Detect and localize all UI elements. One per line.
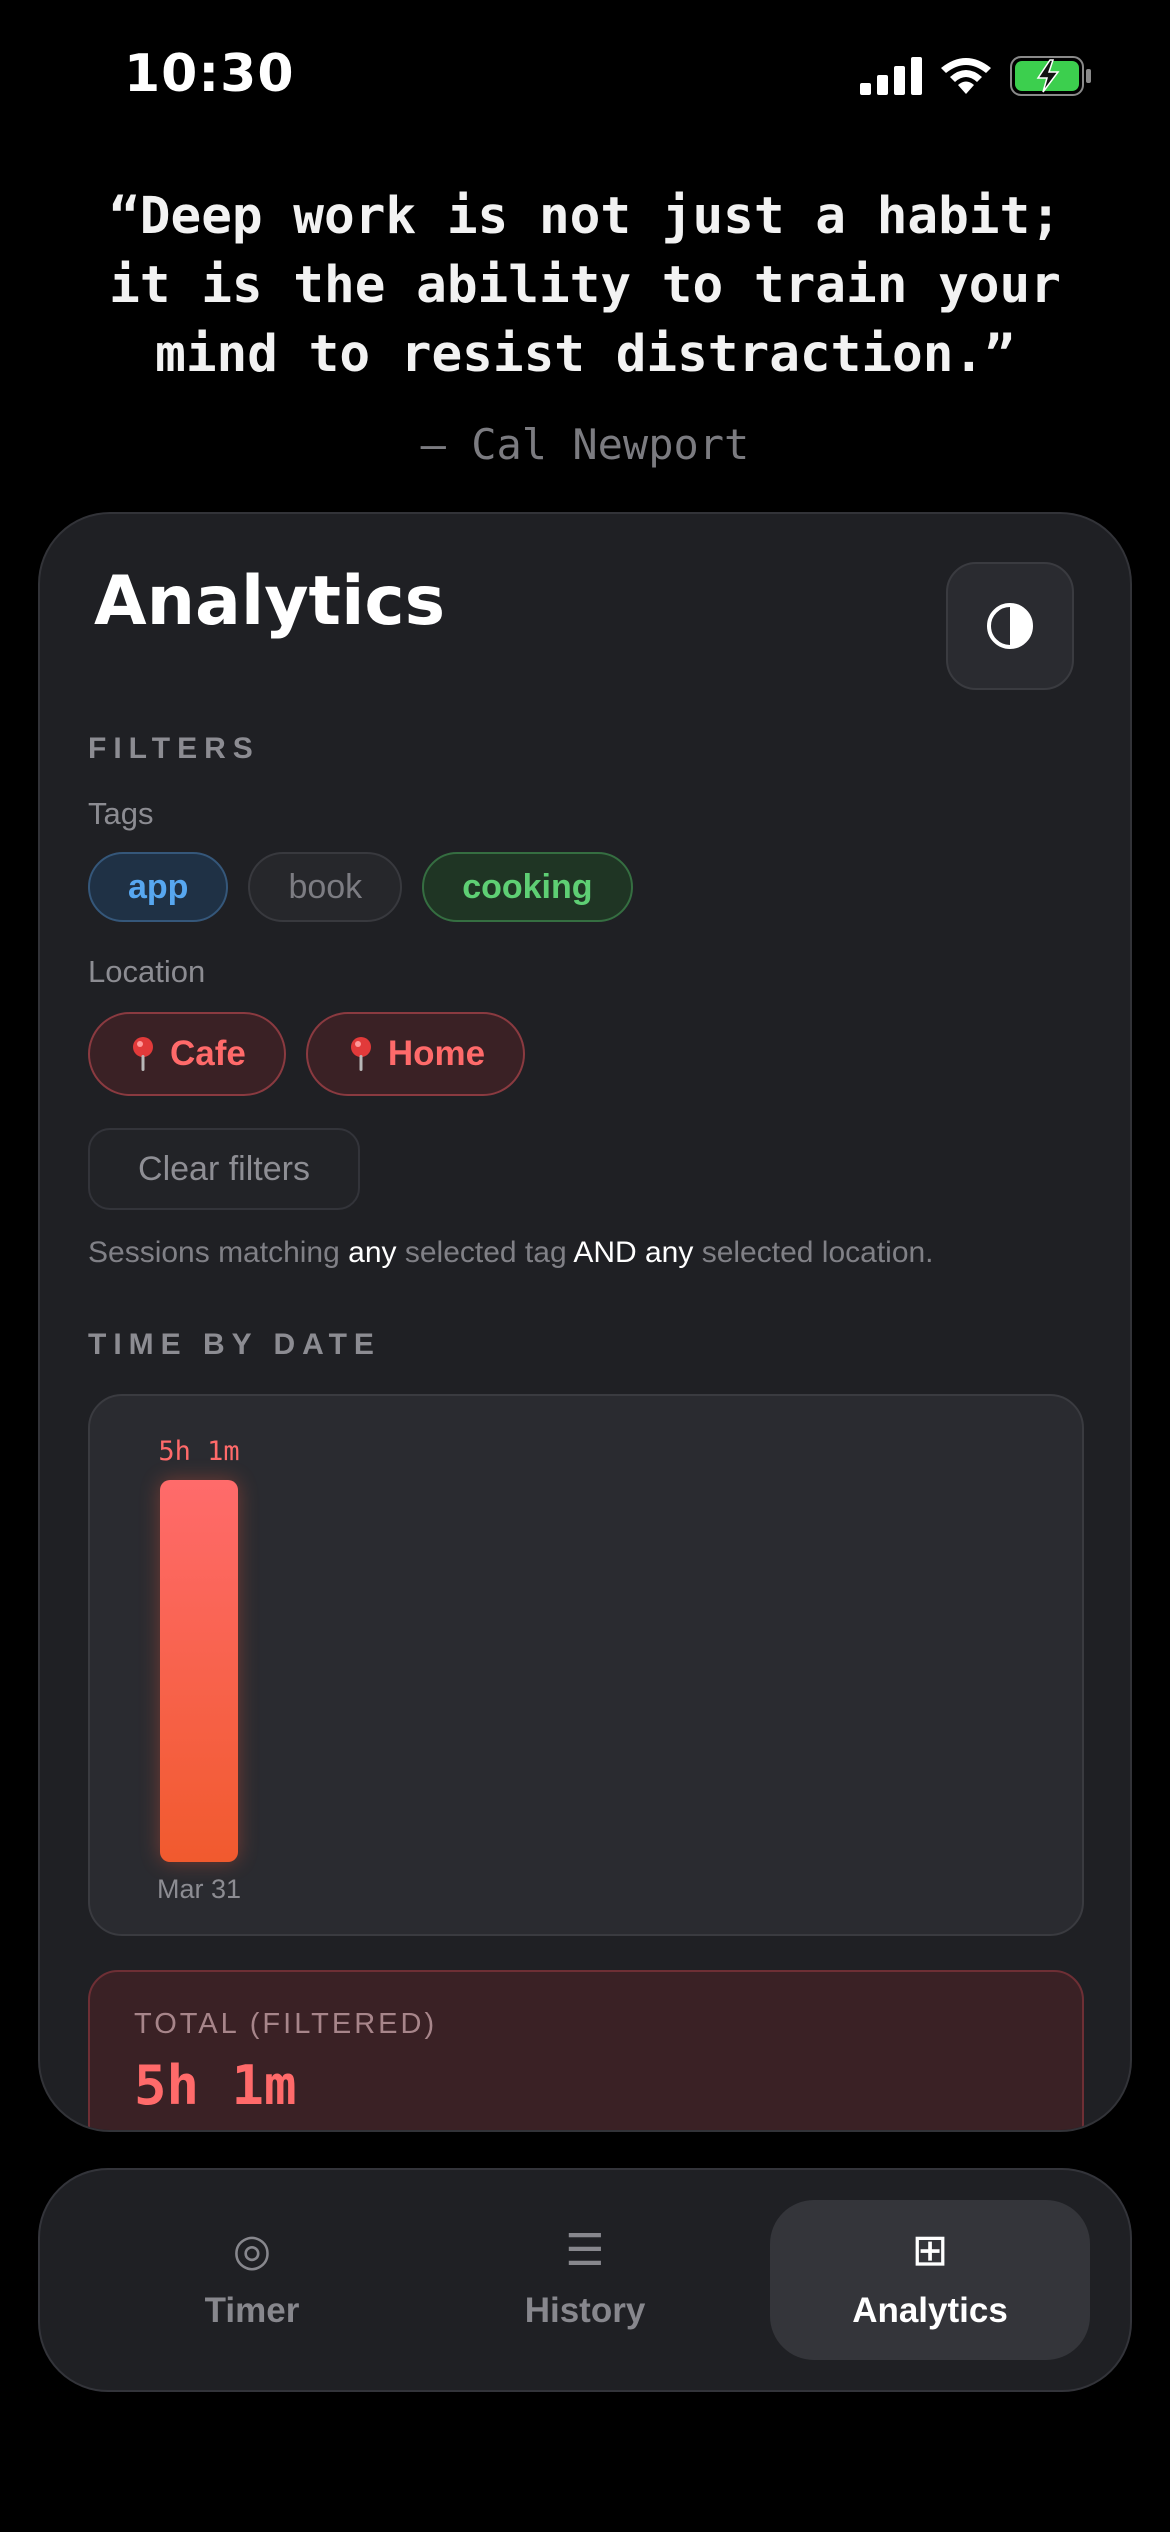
total-filtered-panel: TOTAL (FILTERED) 5h 1m — [88, 1970, 1084, 2130]
list-icon: ☰ — [565, 2226, 605, 2275]
target-icon: ◎ — [232, 2226, 272, 2275]
hint-emphasis: AND — [573, 1236, 637, 1269]
location-label-text: Cafe — [170, 1034, 246, 1073]
quote-author: — Cal Newport — [420, 420, 750, 469]
chart-bar[interactable] — [160, 1480, 238, 1862]
contrast-icon — [987, 603, 1033, 649]
nav-tab-history[interactable]: ☰ History — [425, 2200, 745, 2360]
pin-icon — [133, 1037, 153, 1071]
tag-chip-book[interactable]: book — [248, 852, 403, 922]
filters-label: FILTERS — [88, 732, 260, 765]
wifi-icon — [941, 58, 991, 94]
hint-text: Sessions matching — [88, 1236, 349, 1269]
total-value: 5h 1m — [134, 2054, 297, 2117]
bar-chart: 5h 1m Mar 31 — [157, 1436, 241, 1904]
tags-row: app book cooking — [88, 852, 633, 922]
status-icons — [860, 56, 1092, 96]
location-chip-home[interactable]: Home — [305, 1012, 526, 1096]
location-label: Location — [88, 954, 206, 989]
nav-label: Timer — [204, 2291, 300, 2330]
total-label: TOTAL (FILTERED) — [134, 2008, 438, 2040]
nav-label: History — [524, 2291, 646, 2330]
locations-row: Cafe Home — [88, 1012, 526, 1096]
tags-label: Tags — [88, 796, 154, 831]
battery-charging-icon — [1010, 56, 1091, 96]
tag-chip-app[interactable]: app — [88, 852, 229, 922]
location-label-text: Home — [387, 1034, 486, 1073]
clear-filters-button[interactable]: Clear filters — [88, 1128, 360, 1210]
signal-icon — [860, 57, 922, 95]
hint-emphasis: any — [348, 1236, 397, 1269]
status-bar: 10:30 — [0, 0, 1170, 150]
nav-tab-analytics[interactable]: ⊞ Analytics — [770, 2200, 1090, 2360]
tag-chip-cooking[interactable]: cooking — [422, 852, 633, 922]
tag-label: book — [288, 867, 363, 906]
quote-line: mind to resist distraction.” — [155, 325, 1015, 384]
tag-label: cooking — [462, 867, 593, 906]
time-by-date-label: TIME BY DATE — [88, 1328, 381, 1361]
status-time: 10:30 — [124, 44, 295, 104]
quote-text: “Deep work is not just a habit; it is th… — [50, 182, 1120, 389]
quote-line: it is the ability to train your — [109, 256, 1061, 315]
filter-hint: Sessions matching any selected tag AND a… — [88, 1236, 934, 1270]
theme-toggle-button[interactable] — [946, 562, 1074, 690]
hint-text — [637, 1236, 645, 1269]
nav-label: Analytics — [852, 2291, 1008, 2330]
pin-icon — [350, 1037, 371, 1071]
time-by-date-chart: 5h 1m Mar 31 — [88, 1394, 1084, 1936]
hint-text: selected tag — [396, 1236, 574, 1269]
hint-text: selected location. — [693, 1236, 934, 1269]
analytics-card: Analytics FILTERS Tags app book cooking … — [38, 512, 1132, 2132]
bottom-nav: ◎ Timer ☰ History ⊞ Analytics — [38, 2168, 1132, 2392]
grid-icon: ⊞ — [911, 2226, 949, 2275]
x-tick-label: Mar 31 — [157, 1874, 241, 1904]
bar-value-label: 5h 1m — [158, 1436, 239, 1467]
nav-tab-timer[interactable]: ◎ Timer — [92, 2200, 412, 2360]
hint-emphasis: any — [645, 1236, 694, 1269]
page-title: Analytics — [94, 562, 446, 641]
quote-line: “Deep work is not just a habit; — [109, 187, 1061, 246]
tag-label: app — [128, 867, 189, 906]
location-chip-cafe[interactable]: Cafe — [88, 1012, 286, 1096]
